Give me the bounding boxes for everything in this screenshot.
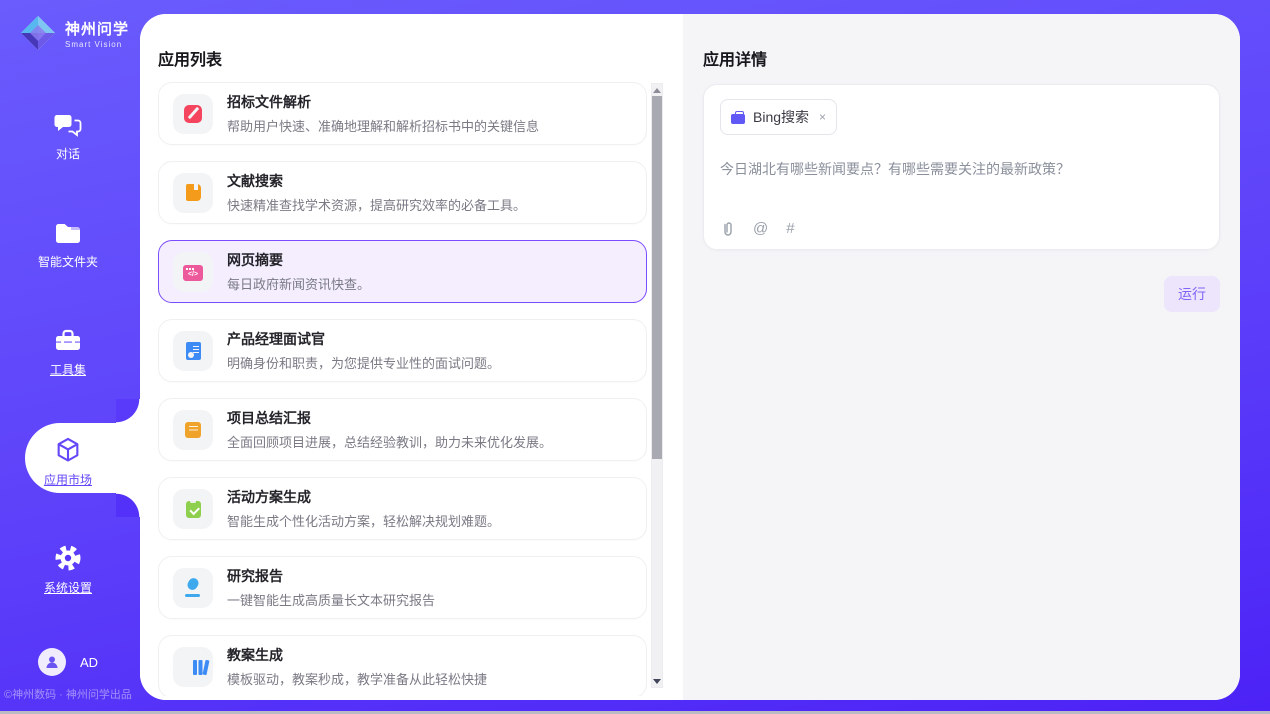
brand-subtitle: Smart Vision	[65, 40, 129, 49]
app-card[interactable]: 项目总结汇报 全面回顾项目进展，总结经验教训，助力未来优化发展。	[158, 398, 647, 461]
pen-square-icon	[184, 105, 202, 123]
app-card[interactable]: 网页摘要 每日政府新闻资讯快查。	[158, 240, 647, 303]
interviewer-icon	[186, 342, 201, 360]
mention-icon[interactable]: @	[753, 220, 768, 237]
app-description: 全面回顾项目进展，总结经验教训，助力未来优化发展。	[227, 432, 552, 451]
briefcase-icon	[731, 114, 745, 124]
app-description: 每日政府新闻资讯快查。	[227, 274, 370, 293]
sidebar: 神州问学 Smart Vision 对话 智能文件夹	[0, 0, 140, 714]
book-icon	[186, 184, 201, 201]
chat-icon	[0, 112, 136, 138]
tool-tag-bing-search[interactable]: Bing搜索 ×	[720, 99, 837, 135]
app-icon	[173, 94, 213, 134]
sidebar-item-smart-folder[interactable]: 智能文件夹	[0, 222, 136, 270]
prompt-input-card[interactable]: Bing搜索 × 今日湖北有哪些新闻要点？有哪些需要关注的最新政策？ @ #	[703, 84, 1220, 250]
sidebar-item-toolset[interactable]: 工具集	[0, 328, 136, 378]
books-icon	[193, 660, 197, 675]
note-icon	[185, 422, 201, 438]
app-description: 一键智能生成高质量长文本研究报告	[227, 590, 435, 609]
app-card[interactable]: 研究报告 一键智能生成高质量长文本研究报告	[158, 556, 647, 619]
list-scrollbar[interactable]	[651, 83, 663, 688]
app-card-list: 招标文件解析 帮助用户快速、准确地理解和解析招标书中的关键信息 文献搜索 快速精…	[158, 82, 647, 696]
sidebar-item-label: 工具集	[0, 361, 136, 378]
sidebar-item-app-market[interactable]: 应用市场	[0, 436, 136, 488]
app-name: 文献搜索	[227, 171, 526, 191]
app-card[interactable]: 产品经理面试官 明确身份和职责，为您提供专业性的面试问题。	[158, 319, 647, 382]
input-toolbar: @ #	[720, 220, 795, 237]
user-account[interactable]: AD	[38, 648, 98, 676]
app-card[interactable]: 文献搜索 快速精准查找学术资源，提高研究效率的必备工具。	[158, 161, 647, 224]
sidebar-item-label: 应用市场	[0, 471, 136, 488]
app-card[interactable]: 招标文件解析 帮助用户快速、准确地理解和解析招标书中的关键信息	[158, 82, 647, 145]
app-description: 模板驱动，教案秒成，教学准备从此轻松快捷	[227, 669, 487, 688]
brand-text: 神州问学 Smart Vision	[65, 18, 129, 49]
main-panel: 应用列表 招标文件解析 帮助用户快速、准确地理解和解析招标书中的关键信息 文献搜…	[140, 14, 1240, 700]
brand-diamond-icon	[18, 13, 58, 53]
user-avatar-icon	[38, 648, 66, 676]
app-detail-title: 应用详情	[703, 46, 1220, 70]
microscope-icon	[183, 578, 203, 598]
app-name: 产品经理面试官	[227, 329, 500, 349]
app-description: 帮助用户快速、准确地理解和解析招标书中的关键信息	[227, 116, 539, 135]
run-button[interactable]: 运行	[1164, 276, 1220, 312]
brand-name: 神州问学	[65, 18, 129, 39]
app-name: 招标文件解析	[227, 92, 539, 112]
app-card[interactable]: 教案生成 模板驱动，教案秒成，教学准备从此轻松快捷	[158, 635, 647, 696]
app-name: 活动方案生成	[227, 487, 500, 507]
app-name: 研究报告	[227, 566, 435, 586]
hash-icon[interactable]: #	[786, 220, 794, 237]
app-name: 网页摘要	[227, 250, 370, 270]
app-name: 教案生成	[227, 645, 487, 665]
app-icon	[173, 410, 213, 450]
app-icon	[173, 252, 213, 292]
app-icon	[173, 647, 213, 687]
scrollbar-down-arrow-icon[interactable]	[652, 675, 662, 687]
app-description: 明确身份和职责，为您提供专业性的面试问题。	[227, 353, 500, 372]
scrollbar-thumb[interactable]	[652, 96, 662, 459]
scrollbar-up-arrow-icon[interactable]	[652, 84, 662, 96]
query-input-text[interactable]: 今日湖北有哪些新闻要点？有哪些需要关注的最新政策？	[720, 159, 1203, 179]
tool-tag-label: Bing搜索	[753, 107, 809, 127]
clipboard-check-icon	[186, 501, 201, 518]
app-list-title: 应用列表	[158, 46, 683, 70]
app-list-panel: 应用列表 招标文件解析 帮助用户快速、准确地理解和解析招标书中的关键信息 文献搜…	[140, 14, 683, 700]
app-icon	[173, 331, 213, 371]
app-icon	[173, 173, 213, 213]
gear-icon	[0, 544, 136, 572]
cube-icon	[0, 436, 136, 464]
sidebar-item-label: 对话	[0, 145, 136, 162]
run-button-row: 运行	[703, 276, 1220, 312]
app-icon	[173, 489, 213, 529]
copyright-footer: ©神州数码 · 神州问学出品	[4, 686, 136, 702]
app-logo: 神州问学 Smart Vision	[18, 13, 129, 53]
app-card[interactable]: 活动方案生成 智能生成个性化活动方案，轻松解决规划难题。	[158, 477, 647, 540]
app-detail-panel: 应用详情 Bing搜索 × 今日湖北有哪些新闻要点？有哪些需要关注的最新政策？ …	[683, 14, 1240, 700]
sidebar-item-label: 系统设置	[0, 579, 136, 596]
sidebar-item-chat[interactable]: 对话	[0, 112, 136, 162]
sidebar-item-settings[interactable]: 系统设置	[0, 544, 136, 596]
app-icon	[173, 568, 213, 608]
folder-icon	[0, 222, 136, 246]
app-name: 项目总结汇报	[227, 408, 552, 428]
toolbox-icon	[0, 328, 136, 354]
app-description: 快速精准查找学术资源，提高研究效率的必备工具。	[227, 195, 526, 214]
sidebar-item-label: 智能文件夹	[0, 253, 136, 270]
user-name: AD	[80, 655, 98, 670]
app-description: 智能生成个性化活动方案，轻松解决规划难题。	[227, 511, 500, 530]
close-icon[interactable]: ×	[819, 110, 826, 124]
browser-icon	[183, 265, 203, 281]
attachment-icon[interactable]	[720, 220, 735, 237]
